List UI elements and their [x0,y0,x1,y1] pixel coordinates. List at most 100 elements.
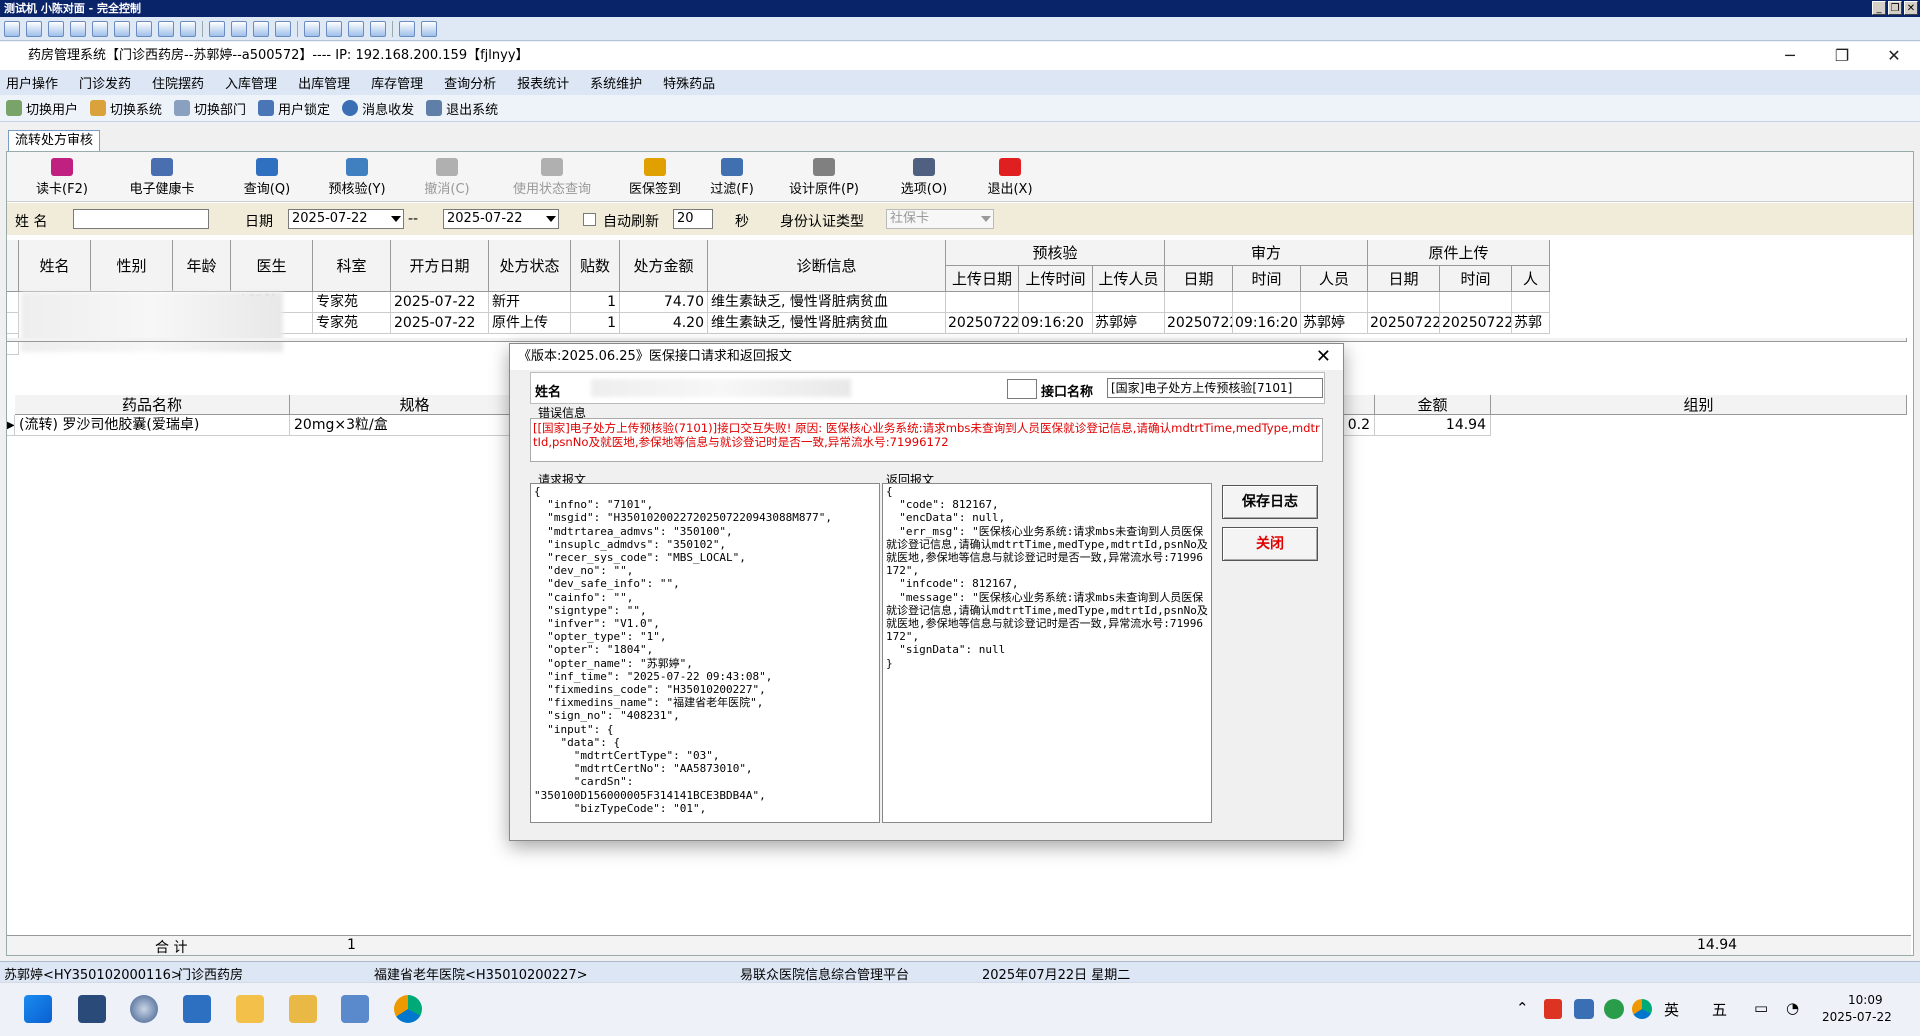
column-group-header: 原件上传 [1368,240,1550,266]
notepad-icon[interactable] [183,995,211,1023]
switch-user-button[interactable]: 切换用户 [6,99,78,118]
refresh-interval-stepper[interactable]: 20 [673,209,713,229]
menu-reports[interactable]: 报表统计 [517,73,569,92]
date-to-picker[interactable]: 2025-07-22 [443,209,559,229]
remote-close-button[interactable]: ✕ [1904,1,1918,15]
switch-user-label: 切换用户 [26,102,79,118]
remote-tool-icon[interactable] [348,20,364,37]
tool-label: 过滤(F) [710,182,754,197]
remote-tool-icon[interactable] [326,20,342,37]
lock-user-button[interactable]: 用户锁定 [258,99,330,118]
remote-titlebar: 测试机 小陈对面 - 完全控制 [0,0,1920,17]
menu-inpatient-dispense[interactable]: 住院摆药 [152,73,204,92]
remote-tool-icon[interactable] [304,20,320,37]
tab-prescription-review[interactable]: 流转处方审核 [8,130,101,152]
remote-tool-icon[interactable] [180,20,196,37]
request-body[interactable]: { "infno": "7101", "msgid": "H3501020022… [530,483,880,823]
remote-app-icon[interactable] [78,995,106,1023]
remote-tool-icon[interactable] [209,20,225,37]
menu-query[interactable]: 查询分析 [444,73,496,92]
pharmacy-app-icon[interactable] [394,995,422,1023]
tool-button-0[interactable]: 读卡(F2) [17,158,107,197]
shield-icon[interactable] [1544,999,1562,1019]
tray-app-icon[interactable] [1632,999,1652,1019]
start-icon[interactable] [24,995,52,1023]
app-icon[interactable] [130,995,158,1023]
network-folder-icon[interactable] [289,995,317,1023]
menu-maintenance[interactable]: 系统维护 [590,73,642,92]
switch-dept-button[interactable]: 切换部门 [174,99,246,118]
tool-button-8[interactable]: 设计原件(P) [779,158,869,197]
remote-tool-icon[interactable] [4,20,20,37]
ime-mode[interactable]: 五 [1712,999,1727,1020]
remote-tool-icon[interactable] [370,20,386,37]
tool-button-10[interactable]: 退出(X) [965,158,1055,197]
row-indicator-header [7,240,19,292]
exit-system-label: 退出系统 [446,102,499,118]
remote-restore-button[interactable]: ❐ [1888,1,1902,15]
total-row: 合 计 1 14.94 [7,935,1911,956]
switch-system-button[interactable]: 切换系统 [90,99,162,118]
remote-tool-icon[interactable] [136,20,152,37]
minimize-button[interactable]: ─ [1764,42,1816,70]
tool-button-3[interactable]: 预核验(Y) [312,158,402,197]
tool-icon[interactable] [341,995,369,1023]
remote-tool-icon[interactable] [70,20,86,37]
table-cell: 20250722 [1368,313,1440,334]
remote-minimize-button[interactable]: _ [1872,1,1886,15]
menu-stock-out[interactable]: 出库管理 [298,73,350,92]
messages-button[interactable]: 消息收发 [342,99,414,118]
menu-inventory[interactable]: 库存管理 [371,73,423,92]
remote-tool-icon[interactable] [114,20,130,37]
tray-app-icon[interactable] [1574,999,1594,1019]
tool-button-4[interactable]: 撤消(C) [402,158,492,197]
remote-tool-icon[interactable] [231,20,247,37]
notification-icon[interactable]: ▭ [1754,999,1768,1017]
menu-outpatient-dispense[interactable]: 门诊发药 [79,73,131,92]
tool-button-5[interactable]: 使用状态查询 [507,158,597,197]
menu-stock-in[interactable]: 入库管理 [225,73,277,92]
save-log-button[interactable]: 保存日志 [1222,485,1318,519]
interface-name-field[interactable]: [国家]电子处方上传预核验[7101] [1107,378,1323,398]
name-input[interactable] [73,209,209,229]
column-header: 开方日期 [391,240,489,292]
table-cell: 20250722 [946,313,1019,334]
column-subheader: 上传人员 [1093,266,1165,292]
tool-button-9[interactable]: 选项(O) [879,158,969,197]
folder-icon[interactable] [236,995,264,1023]
ime-language[interactable]: 英 [1664,999,1679,1020]
close-dialog-button[interactable]: 关闭 [1222,527,1318,561]
response-body[interactable]: { "code": 812167, "encData": null, "err_… [882,483,1212,823]
maximize-button[interactable]: ❐ [1816,42,1868,70]
table-cell [1093,292,1165,313]
remote-tool-icon[interactable] [158,20,174,37]
menu-user-ops[interactable]: 用户操作 [6,73,58,92]
remote-tool-icon[interactable] [26,20,42,37]
remote-tool-icon[interactable] [253,20,269,37]
tool-button-7[interactable]: 过滤(F) [687,158,777,197]
column-subheader: 时间 [1233,266,1301,292]
tool-button-1[interactable]: 电子健康卡 [117,158,207,197]
remote-tool-icon[interactable] [48,20,64,37]
chevron-up-icon[interactable]: ⌃ [1516,999,1529,1017]
remote-tool-icon[interactable] [275,20,291,37]
total-amount: 14.94 [1697,937,1738,953]
dialog-close-icon[interactable]: ✕ [1316,345,1331,369]
remote-tool-icon[interactable] [399,20,415,37]
remote-tool-icon[interactable] [92,20,108,37]
auto-refresh-checkbox[interactable] [583,213,596,226]
exit-system-button[interactable]: 退出系统 [426,99,498,118]
dialog-name-field[interactable] [1007,379,1037,399]
tool-label: 撤消(C) [424,182,470,197]
remote-window-controls: _ ❐ ✕ [1872,1,1918,15]
table-cell [1512,292,1550,313]
tray-app-icon[interactable] [1604,999,1624,1019]
network-icon[interactable]: ◔ [1786,999,1799,1017]
id-type-select[interactable]: 社保卡 [886,209,994,229]
menu-special-drugs[interactable]: 特殊药品 [663,73,715,92]
close-button[interactable]: ✕ [1868,42,1920,70]
tool-button-2[interactable]: 查询(Q) [222,158,312,197]
status-user: 苏郭婷<HY350102000116> [4,968,182,983]
date-from-picker[interactable]: 2025-07-22 [288,209,404,229]
remote-tool-icon[interactable] [421,20,437,37]
